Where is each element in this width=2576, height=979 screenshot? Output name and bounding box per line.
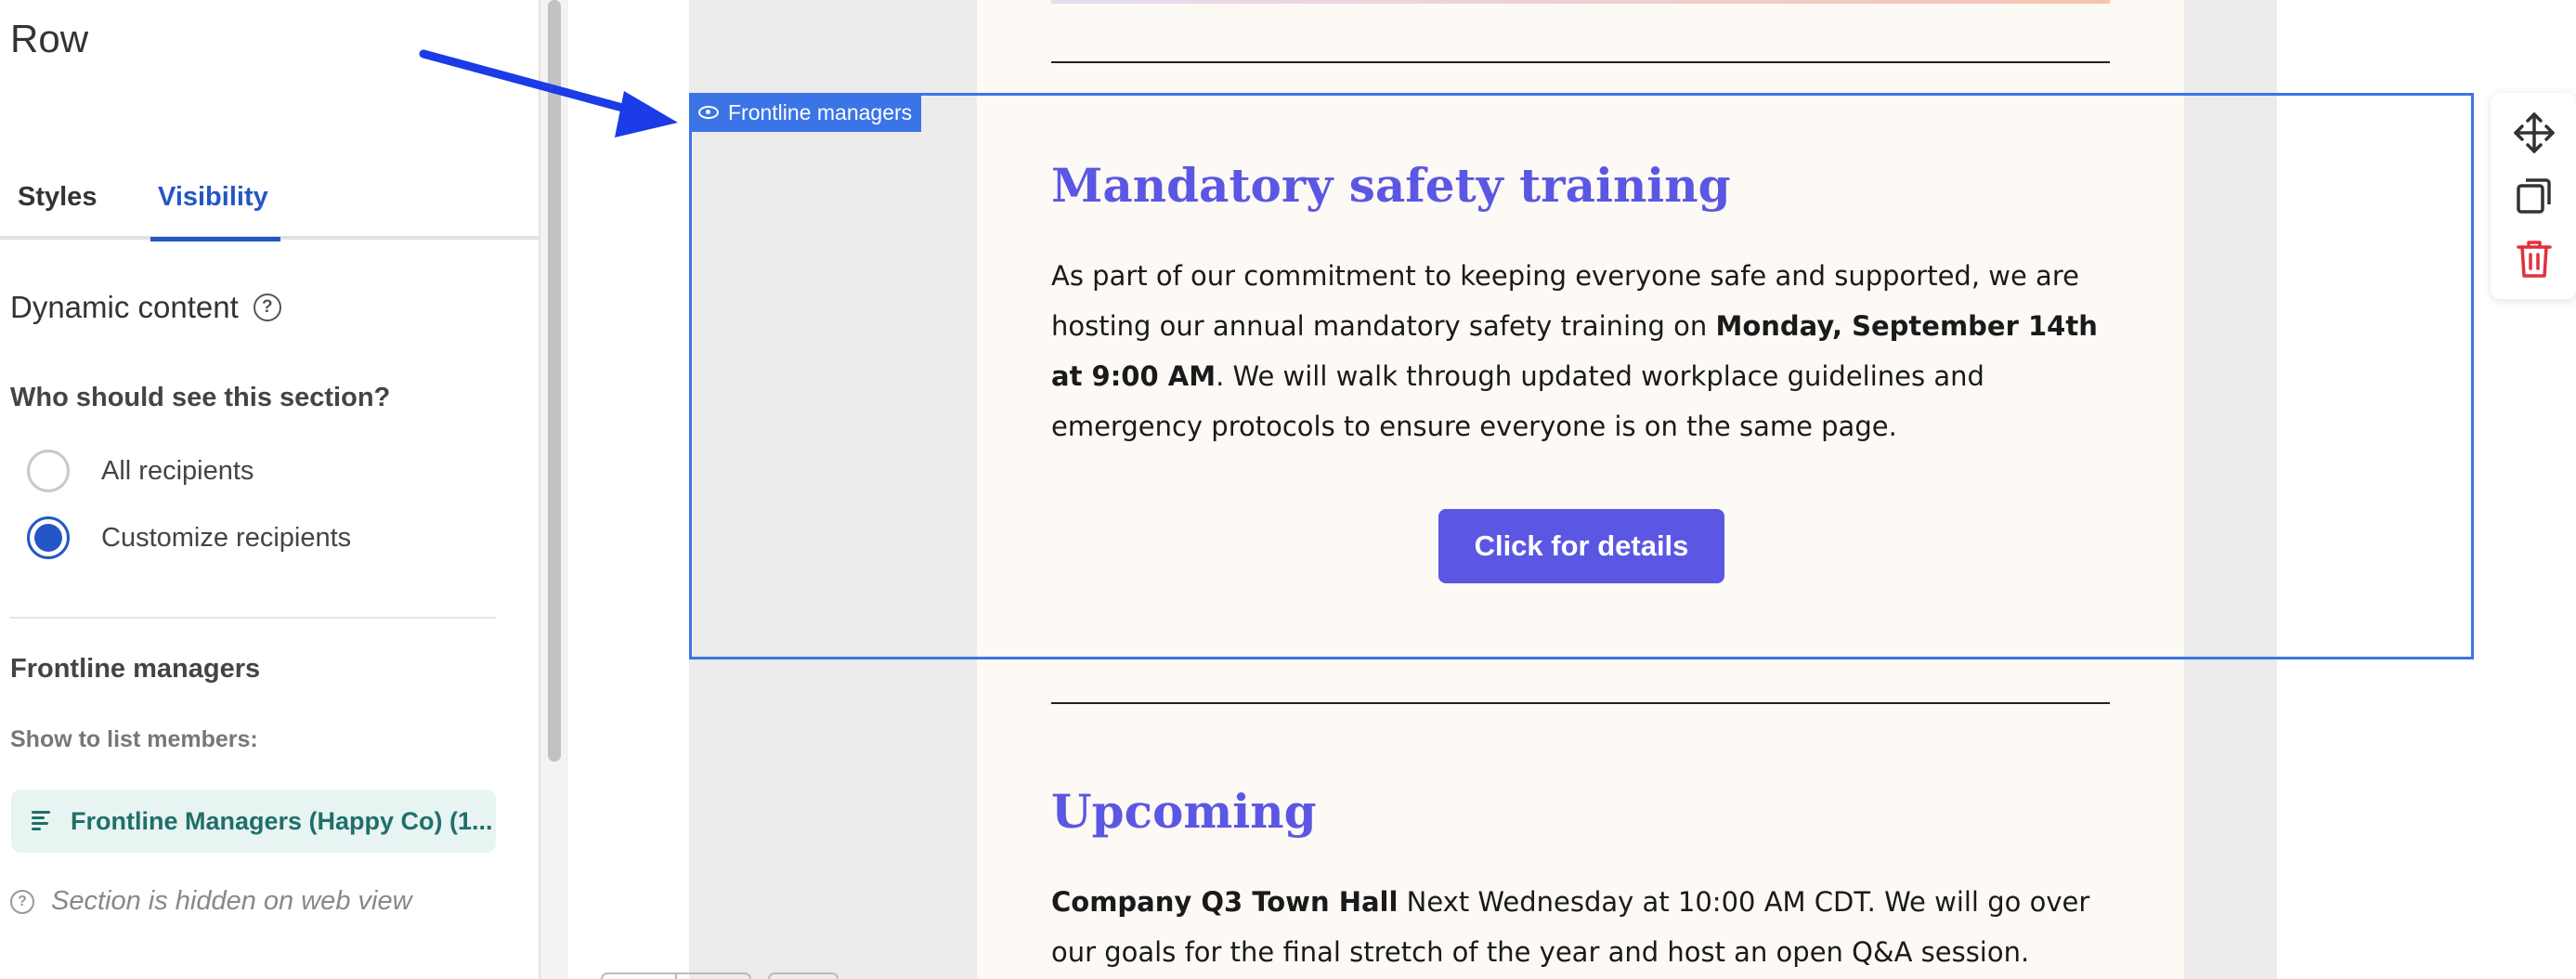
section-divider bbox=[1051, 702, 2110, 704]
settings-panel: Row Styles Visibility Dynamic content ? … bbox=[0, 0, 540, 979]
dynamic-content-heading: Dynamic content ? bbox=[10, 290, 281, 325]
radio-label: Customize recipients bbox=[101, 522, 352, 553]
visibility-tag[interactable]: Frontline managers bbox=[689, 93, 922, 132]
list-icon bbox=[32, 811, 54, 831]
section-divider bbox=[1051, 61, 2110, 63]
segment-title: Frontline managers bbox=[10, 654, 261, 684]
panel-scrollbar[interactable] bbox=[540, 0, 568, 979]
help-circle-icon[interactable]: ? bbox=[10, 889, 34, 914]
radio-customize-recipients[interactable]: Customize recipients bbox=[27, 516, 351, 559]
header-image-edge bbox=[1051, 0, 2110, 4]
row-toolbar bbox=[2491, 93, 2576, 299]
editor-canvas: Mandatory safety training As part of our… bbox=[568, 0, 2576, 979]
tab-styles[interactable]: Styles bbox=[10, 175, 104, 240]
list-chip[interactable]: Frontline Managers (Happy Co) (1... bbox=[11, 790, 496, 853]
trash-icon[interactable] bbox=[2513, 238, 2556, 281]
move-icon[interactable] bbox=[2513, 111, 2556, 154]
help-circle-icon[interactable]: ? bbox=[253, 294, 281, 321]
radio-button-selected[interactable] bbox=[27, 516, 70, 559]
arrow-annotation bbox=[419, 49, 678, 137]
divider bbox=[10, 617, 496, 619]
panel-tabs: Styles Visibility bbox=[0, 175, 540, 241]
selected-row-outline[interactable] bbox=[689, 93, 2474, 659]
dynamic-content-label: Dynamic content bbox=[10, 290, 239, 324]
show-to-label: Show to list members: bbox=[10, 726, 258, 752]
panel-title: Row bbox=[10, 17, 89, 60]
hidden-web-view-note: ? Section is hidden on web view bbox=[10, 886, 412, 917]
hidden-note-text: Section is hidden on web view bbox=[51, 886, 412, 916]
radio-button[interactable] bbox=[27, 450, 70, 492]
audience-question: Who should see this section? bbox=[10, 383, 391, 412]
section-paragraph[interactable]: Company Q3 Town Hall Next Wednesday at 1… bbox=[1051, 877, 2110, 977]
tab-visibility[interactable]: Visibility bbox=[150, 175, 280, 241]
list-chip-label: Frontline Managers (Happy Co) (1... bbox=[71, 806, 493, 835]
visibility-tag-label: Frontline managers bbox=[728, 99, 913, 124]
section-heading[interactable]: Upcoming bbox=[1051, 784, 1317, 839]
bottom-controls-edge bbox=[601, 972, 839, 979]
radio-all-recipients[interactable]: All recipients bbox=[27, 450, 254, 492]
radio-label: All recipients bbox=[101, 455, 254, 486]
duplicate-icon[interactable] bbox=[2513, 175, 2556, 217]
